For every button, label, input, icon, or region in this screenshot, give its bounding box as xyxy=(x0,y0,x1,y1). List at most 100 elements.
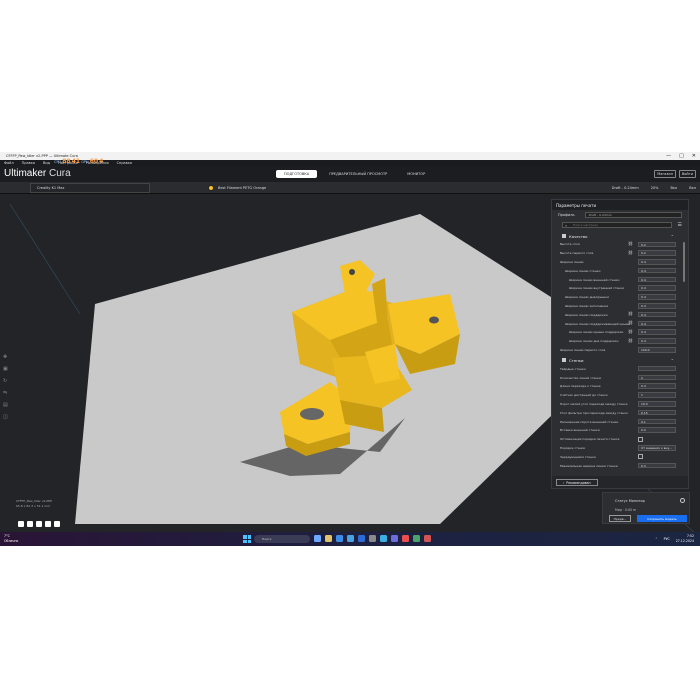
setting-row: Ширина линии первого слоя 100.0 xyxy=(552,346,688,355)
browser-icon[interactable] xyxy=(402,535,409,542)
setting-value-input[interactable]: 0.4 xyxy=(638,320,676,327)
setting-value-input[interactable]: 0.4 xyxy=(638,285,676,291)
setting-value-input[interactable]: 1 xyxy=(638,392,676,398)
window-controls: — □ ✕ xyxy=(666,153,696,159)
minimize-button[interactable]: — xyxy=(666,153,671,159)
settings-menu-icon[interactable]: ☰ xyxy=(678,222,682,228)
language-indicator[interactable]: РУС xyxy=(664,537,670,541)
scale-tool-icon[interactable]: ▣ xyxy=(3,366,9,372)
infill-summary: 20% xyxy=(650,186,659,190)
setting-value-input[interactable]: 0.4 xyxy=(638,311,676,318)
tab-preview[interactable]: ПРЕДВАРИТЕЛЬНЫЙ ПРОСМОТР xyxy=(321,170,395,178)
setting-value-input[interactable]: 0.15 xyxy=(638,409,676,416)
setting-value-input[interactable]: 0.4 xyxy=(638,276,676,283)
preview-label: Предв... xyxy=(613,516,627,521)
setting-label: Чередующаяся стенка xyxy=(560,454,596,459)
object-info: CFFFP_Paw_Idler v2-PPP 65.8 x 82.3 x 51.… xyxy=(16,499,52,509)
app-icon[interactable] xyxy=(413,535,420,542)
setting-value-input[interactable]: 0.4 xyxy=(638,294,676,300)
settings-search-input[interactable]: ⌕ Поиск настроек xyxy=(562,222,672,228)
setting-row: Ширина линии поддерживающей крыши ⛓ 0.4 xyxy=(552,319,688,328)
store-icon[interactable] xyxy=(347,535,354,542)
maximize-button[interactable]: □ xyxy=(679,153,684,159)
setting-value-input[interactable]: 10.0 xyxy=(638,401,676,407)
edge-icon[interactable] xyxy=(336,535,343,542)
setting-label: Ширина линии xyxy=(560,259,584,264)
setting-value-input[interactable]: 0.4 xyxy=(638,259,676,265)
setting-label: Вставка внешней стенки xyxy=(560,428,600,433)
setting-value-input[interactable]: 0.4 xyxy=(638,303,676,309)
view-left-icon[interactable] xyxy=(45,521,51,527)
tool-palette: ✥ ▣ ↻ ⇋ ▤ ◫ xyxy=(3,354,9,420)
setting-label: Угол фильтра при переходе между стенок xyxy=(560,410,629,415)
save-model-label: Сохранить модель xyxy=(647,516,677,521)
mirror-tool-icon[interactable]: ⇋ xyxy=(3,390,9,396)
setting-row: Ширина линии крыши поддержки ⛓ 0.4 xyxy=(552,328,688,337)
view-top-icon[interactable] xyxy=(36,521,42,527)
close-button[interactable]: ✕ xyxy=(692,153,696,159)
menu-file[interactable]: Файл xyxy=(4,161,14,165)
sign-in-button[interactable]: Войти xyxy=(678,170,696,178)
move-tool-icon[interactable]: ✥ xyxy=(3,354,9,360)
setting-checkbox[interactable] xyxy=(638,436,643,442)
setting-value-input[interactable]: 0.3 xyxy=(638,462,676,469)
clock[interactable]: 7:52 27.12.2024 xyxy=(676,534,694,543)
preview-button[interactable]: Предв... xyxy=(609,515,631,522)
telegram-icon[interactable] xyxy=(380,535,387,542)
tab-monitor[interactable]: МОНИТОР xyxy=(399,170,433,178)
per-model-settings-icon[interactable]: ▤ xyxy=(3,402,9,408)
setting-value-input[interactable]: 0.4 xyxy=(638,338,676,344)
taskbar-search-placeholder: Поиск xyxy=(262,537,272,541)
setting-value-input[interactable]: 0.4 xyxy=(638,383,676,389)
setting-value-input[interactable]: 0.2 xyxy=(638,241,676,247)
setting-value-input[interactable]: 100.0 xyxy=(638,347,676,353)
chevron-up-icon[interactable]: ⌃ xyxy=(655,537,658,541)
marketplace-button[interactable]: Магазин xyxy=(654,170,676,178)
setting-value-input[interactable]: 0.4 xyxy=(638,267,676,274)
app-icon-2[interactable] xyxy=(424,535,431,542)
setting-value-input[interactable]: 0.2 xyxy=(638,250,676,256)
setting-value-input[interactable] xyxy=(638,365,676,372)
view-front-icon[interactable] xyxy=(27,521,33,527)
view-right-icon[interactable] xyxy=(54,521,60,527)
setting-value-input[interactable]: 2 xyxy=(638,374,676,381)
profile-summary: Draft - 0.24mm xyxy=(611,186,639,190)
setting-checkbox[interactable] xyxy=(638,454,643,460)
discord-icon[interactable] xyxy=(391,535,398,542)
category-walls[interactable]: Стенки ⌄ xyxy=(552,356,688,364)
printer-selector[interactable]: Creality K1 Max xyxy=(30,183,150,193)
view-3d-icon[interactable] xyxy=(18,521,24,527)
setting-row: Ширина линии поддержки ⛓ 0.4 xyxy=(552,310,688,319)
settings-app-icon[interactable] xyxy=(369,535,376,542)
setting-label: Ширина линии внешней стенки xyxy=(569,277,620,282)
start-button[interactable] xyxy=(243,535,251,543)
taskbar-search[interactable]: Поиск xyxy=(254,535,310,543)
setting-dropdown[interactable]: От внешних к вну... xyxy=(638,445,676,451)
save-model-button[interactable]: Сохранить модель xyxy=(637,515,687,522)
material-name: Best Filament PETG Orange xyxy=(218,186,267,190)
setting-value-input[interactable]: 0.4 xyxy=(638,329,676,335)
setting-value-input[interactable]: 0.1 xyxy=(638,418,676,425)
category-quality[interactable]: Качество ⌄ xyxy=(552,232,688,240)
print-settings-summary[interactable]: Draft - 0.24mm 20% Вкл Вкл xyxy=(612,183,696,193)
menu-edit[interactable]: Правка xyxy=(22,161,35,165)
cura-app-icon[interactable] xyxy=(358,535,365,542)
profile-dropdown[interactable]: Draft - 0.24mm xyxy=(584,212,682,218)
support-blocker-icon[interactable]: ◫ xyxy=(3,414,9,420)
task-view-icon[interactable] xyxy=(314,535,321,542)
search-icon: ⌕ xyxy=(565,223,568,228)
search-placeholder: Поиск настроек xyxy=(573,223,599,227)
menu-view[interactable]: Вид xyxy=(43,161,50,165)
profile-label: Профиль xyxy=(558,213,575,217)
material-selector[interactable]: Best Filament PETG Orange xyxy=(208,183,548,193)
info-icon[interactable] xyxy=(680,498,685,503)
settings-scrollbar[interactable] xyxy=(683,242,685,282)
account-area: Магазин Войти xyxy=(654,170,696,178)
explorer-icon[interactable] xyxy=(325,535,332,542)
setting-value-input[interactable]: 0.0 xyxy=(638,427,676,433)
recommended-button[interactable]: ‹ Рекомендован xyxy=(556,479,598,486)
rotate-tool-icon[interactable]: ↻ xyxy=(3,378,9,384)
slice-panel: Статус Монитор Мир · 0:00 m Предв... Сох… xyxy=(602,492,690,524)
tab-prepare[interactable]: ПОДГОТОВКА xyxy=(276,170,318,178)
weather-widget[interactable]: 7°C Облачно xyxy=(4,534,18,543)
